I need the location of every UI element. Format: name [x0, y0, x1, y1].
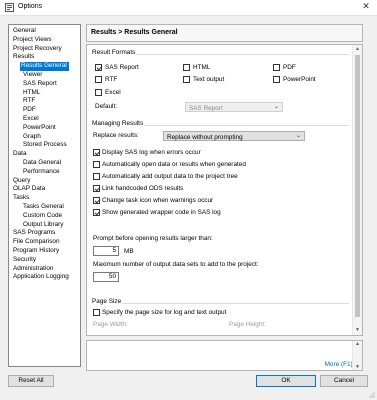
tree-item-program-history[interactable]: Program History [12, 247, 61, 256]
default-format-label: Default: [95, 103, 118, 110]
tree-item-project-recovery[interactable]: Project Recovery [12, 45, 64, 54]
description-scrollbar[interactable]: ▲ ▼ [352, 341, 362, 370]
tree-item-stored-process[interactable]: Stored Process [22, 141, 69, 150]
cancel-button[interactable]: Cancel [320, 375, 368, 387]
tree-item-html[interactable]: HTML [22, 89, 42, 98]
tree-item-results-general[interactable]: Results General [20, 62, 69, 71]
tree-item-query[interactable]: Query [12, 177, 32, 186]
prompt-size-input[interactable]: 5 [93, 246, 119, 256]
tree-item-pdf[interactable]: PDF [22, 106, 38, 115]
auto-add-output-checkbox[interactable] [93, 173, 100, 180]
tree-item-application-logging[interactable]: Application Logging [12, 273, 71, 282]
display-log-errors-label: Display SAS log when errors occur [102, 149, 201, 156]
rtf-label: RTF [105, 76, 118, 83]
specify-page-size-label: Specify the page size for log and text o… [102, 309, 227, 316]
tree-item-excel[interactable]: Excel [22, 115, 41, 124]
default-format-value: SAS Report [189, 104, 223, 112]
powerpoint-checkbox[interactable] [273, 76, 280, 83]
pdf-checkbox[interactable] [273, 64, 280, 71]
chevron-down-icon: ⌄ [273, 104, 279, 110]
tree-item-custom-code[interactable]: Custom Code [22, 212, 64, 221]
ok-button[interactable]: OK [256, 375, 316, 387]
powerpoint-label: PowerPoint [283, 76, 316, 83]
html-label: HTML [193, 64, 211, 71]
title-bar: Options ✕ [0, 0, 377, 16]
change-task-icon-label: Change task icon when warnings occur [102, 197, 214, 204]
replace-results-select[interactable]: Replace without prompting ⌄ [163, 131, 305, 141]
resize-grip-icon[interactable] [369, 392, 375, 398]
page-height-label: Page Height: [229, 321, 266, 328]
tree-item-tasks-general[interactable]: Tasks General [22, 203, 66, 212]
tree-item-performance[interactable]: Performance [22, 168, 62, 177]
tree-item-sas-report[interactable]: SAS Report [22, 80, 59, 89]
default-format-select[interactable]: SAS Report ⌄ [185, 102, 283, 112]
reset-all-button[interactable]: Reset All [8, 375, 54, 387]
managing-results-title: Managing Results [91, 120, 145, 127]
excel-checkbox[interactable] [95, 89, 102, 96]
show-wrapper-code-checkbox[interactable] [93, 209, 100, 216]
chevron-down-icon: ⌄ [295, 133, 301, 139]
link-ods-results-checkbox[interactable] [93, 185, 100, 192]
replace-results-value: Replace without prompting [167, 133, 243, 141]
pdf-label: PDF [283, 64, 296, 71]
section-header: Results > Results General [86, 24, 363, 42]
page-width-label: Page Width: [93, 321, 128, 328]
tree-item-data-general[interactable]: Data General [22, 159, 63, 168]
window-title: Options [18, 3, 43, 10]
tree-item-graph[interactable]: Graph [22, 133, 43, 142]
scroll-down-icon[interactable]: ▼ [353, 326, 362, 335]
options-content-panel: Result Formats SAS Report HTML PDF RTF T… [86, 44, 363, 336]
tree-item-data[interactable]: Data [12, 150, 29, 159]
scroll-up-icon[interactable]: ▲ [353, 45, 362, 54]
rtf-checkbox[interactable] [95, 76, 102, 83]
sas-report-label: SAS Report [105, 64, 139, 71]
scroll-up-icon[interactable]: ▲ [353, 341, 362, 347]
tree-item-results[interactable]: Results [12, 53, 36, 62]
text-output-label: Text output [193, 76, 225, 83]
prompt-size-value: 5 [112, 247, 116, 254]
auto-open-results-checkbox[interactable] [93, 161, 100, 168]
page-size-group [91, 303, 349, 335]
change-task-icon-checkbox[interactable] [93, 197, 100, 204]
html-checkbox[interactable] [183, 64, 190, 71]
auto-add-output-label: Automatically add output data to the pro… [102, 173, 238, 180]
tree-item-tasks[interactable]: Tasks [12, 194, 31, 203]
page-size-title: Page Size [91, 298, 123, 305]
close-icon[interactable]: ✕ [359, 1, 373, 12]
max-datasets-label: Maximum number of output data sets to ad… [93, 261, 259, 268]
auto-open-results-label: Automatically open data or results when … [102, 161, 246, 168]
sas-report-checkbox[interactable] [95, 64, 102, 71]
excel-label: Excel [105, 89, 121, 96]
tree-item-project-views[interactable]: Project Views [12, 36, 54, 45]
result-formats-title: Result Formats [91, 49, 137, 56]
content-scrollbar[interactable]: ▲ ▼ [352, 45, 362, 335]
options-app-icon [5, 3, 14, 12]
tree-item-administration[interactable]: Administration [12, 265, 56, 274]
tree-item-viewer[interactable]: Viewer [22, 71, 44, 80]
prompt-size-unit: MB [124, 248, 134, 255]
replace-results-label: Replace results: [93, 132, 139, 139]
tree-item-general[interactable]: General [12, 27, 38, 36]
tree-item-rtf[interactable]: RTF [22, 97, 37, 106]
max-datasets-value: 50 [108, 273, 116, 280]
scroll-down-icon[interactable]: ▼ [353, 364, 362, 370]
tree-item-powerpoint[interactable]: PowerPoint [22, 124, 58, 133]
specify-page-size-checkbox[interactable] [93, 309, 100, 316]
link-ods-results-label: Link handcoded ODS results [102, 185, 184, 192]
text-output-checkbox[interactable] [183, 76, 190, 83]
tree-item-security[interactable]: Security [12, 256, 38, 265]
page-title: Results > Results General [91, 29, 178, 36]
description-panel: More (F1)... ▲ ▼ [86, 340, 363, 371]
display-log-errors-checkbox[interactable] [93, 149, 100, 156]
max-datasets-input[interactable]: 50 [93, 272, 119, 282]
tree-item-output-library[interactable]: Output Library [22, 221, 66, 230]
tree-item-olap-data[interactable]: OLAP Data [12, 185, 47, 194]
prompt-size-label: Prompt before opening results larger tha… [93, 235, 213, 242]
tree-item-sas-programs[interactable]: SAS Programs [12, 229, 57, 238]
options-tree: General Project Views Project Recovery Resu… [8, 24, 81, 367]
scrollbar-thumb[interactable] [355, 55, 360, 317]
tree-item-file-comparison[interactable]: File Comparison [12, 238, 62, 247]
show-wrapper-code-label: Show generated wrapper code in SAS log [102, 209, 221, 216]
